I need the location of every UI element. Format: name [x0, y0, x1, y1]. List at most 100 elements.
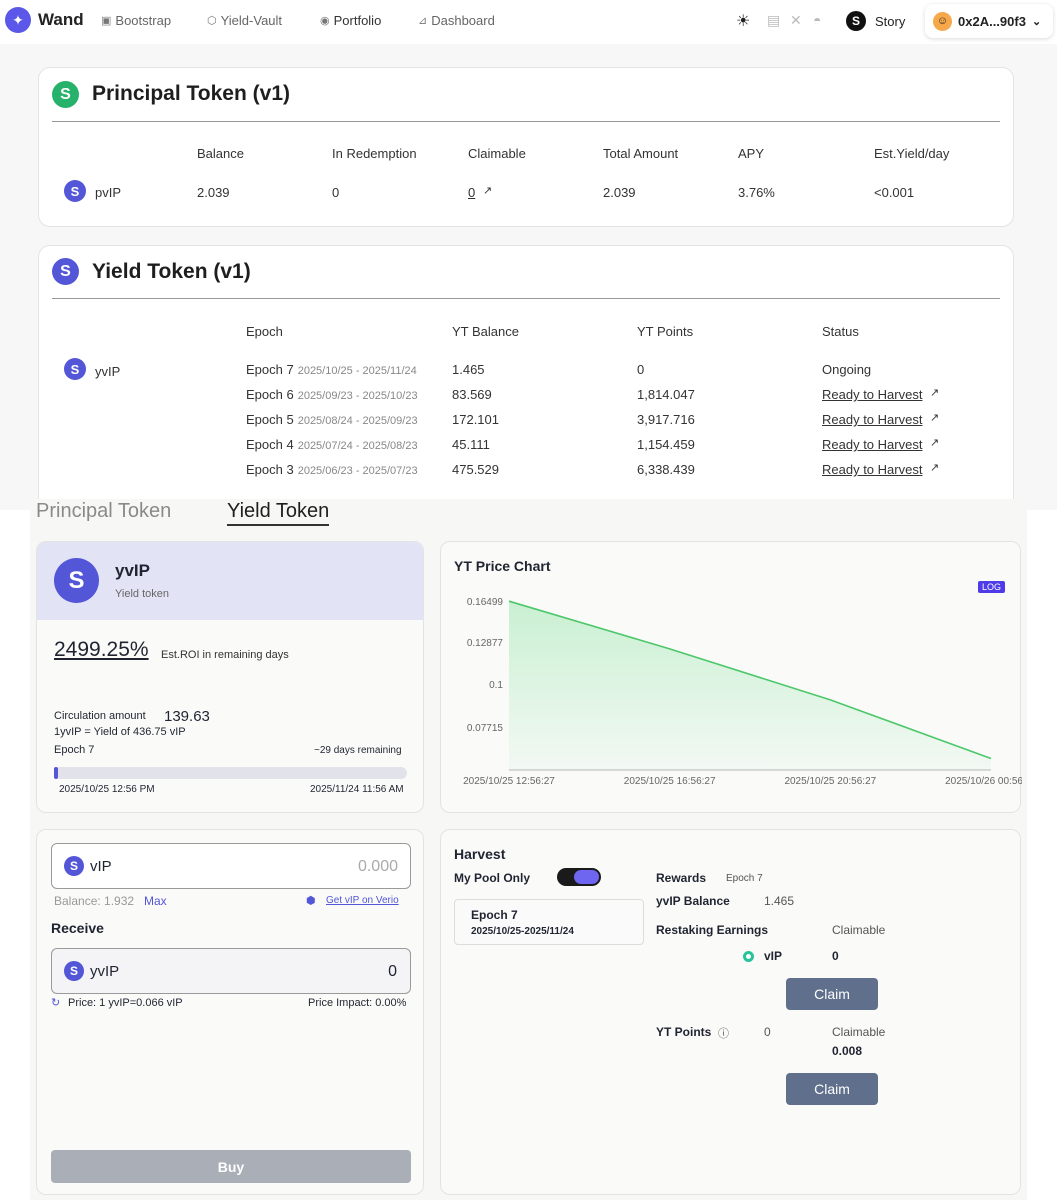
epoch-selector[interactable]: Epoch 7 2025/10/25-2025/11/24 — [454, 899, 644, 945]
sun-icon[interactable]: ☀ — [736, 11, 750, 31]
price-chart: 0.16499 0.12877 0.1 0.07715 2025/10/25 12:56… — [463, 597, 1022, 787]
y-tick-label: 0.07715 — [467, 723, 504, 734]
vip-input-field[interactable]: S vIP 0.000 — [51, 843, 411, 889]
epoch-start: 2025/10/25 12:56 PM — [59, 784, 155, 795]
wand-logo-icon[interactable]: ✦ — [5, 7, 31, 33]
get-vip-verio-link[interactable]: Get vIP on Verio — [326, 895, 399, 906]
nav-label: Yield-Vault — [220, 13, 283, 28]
epoch-dates: 2025/08/24 - 2025/09/23 — [297, 415, 418, 427]
principal-token-icon: S — [52, 81, 79, 108]
epoch-cell: Epoch 3 2025/06/23 - 2025/07/23 — [246, 462, 418, 477]
chart-icon: ⊿ — [418, 15, 428, 27]
current-epoch: Epoch 7 — [54, 744, 95, 756]
yvip-output-field: S yvIP 0 — [51, 948, 411, 994]
cube-icon: ⬢ — [306, 895, 316, 907]
yt-points-label: YT Points — [656, 1025, 712, 1039]
header-status: Status — [822, 324, 859, 339]
claim-vip-button[interactable]: Claim — [786, 978, 878, 1010]
external-link-icon[interactable]: ↗ — [483, 184, 492, 197]
wallet-button[interactable]: ☺ 0x2A...90f3 ⌄ — [925, 4, 1053, 38]
x-icon[interactable]: ✕ — [790, 12, 802, 29]
tab-yield-token[interactable]: Yield Token — [227, 500, 330, 526]
epoch-dates: 2025/09/23 - 2025/10/23 — [297, 390, 418, 402]
ready-to-harvest-link[interactable]: Ready to Harvest — [822, 387, 922, 402]
y-tick-label: 0.1 — [489, 680, 503, 691]
yt-balance: 172.101 — [452, 412, 499, 427]
epoch-progress-fill — [54, 767, 58, 779]
yt-points: 6,338.439 — [637, 462, 695, 477]
ready-to-harvest-link[interactable]: Ready to Harvest — [822, 437, 922, 452]
header-claimable: Claimable — [468, 146, 526, 161]
divider — [52, 121, 1000, 122]
pool-only-toggle[interactable] — [557, 868, 601, 886]
external-link-icon[interactable]: ↗ — [930, 436, 939, 449]
chevron-down-icon: ⌄ — [1031, 15, 1042, 28]
yt-balance: 475.529 — [452, 462, 499, 477]
network-selector[interactable]: S Story — [846, 11, 905, 31]
status-ongoing: Ongoing — [822, 362, 872, 377]
x-tick-label: 2025/10/25 12:56:27 — [463, 776, 555, 787]
yt-claimable-label: Claimable — [832, 1025, 886, 1039]
external-link-icon[interactable]: ↗ — [930, 411, 939, 424]
balance-text: Balance: 1.932 — [54, 894, 135, 908]
epoch-label: Epoch 3 — [246, 462, 294, 477]
yield-token-name: yvIP — [95, 364, 121, 379]
epoch-cell: Epoch 6 2025/09/23 - 2025/10/23 — [246, 387, 418, 402]
x-tick-label: 2025/10/25 20:56:27 — [784, 776, 876, 787]
nav-label: Bootstrap — [115, 13, 172, 28]
harvest-panel: Harvest My Pool Only Epoch 7 2025/10/25-… — [440, 829, 1021, 1195]
yt-balance: 83.569 — [452, 387, 492, 402]
vip-label: vIP — [764, 949, 783, 963]
remaining-days: ~29 days remaining — [314, 745, 402, 756]
input-amount[interactable]: 0.000 — [358, 858, 398, 876]
token-info-panel: S yvIP Yield token 2499.25% Est.ROI in r… — [36, 541, 424, 813]
buy-button[interactable]: Buy — [51, 1150, 411, 1183]
nav-label: Portfolio — [333, 13, 382, 28]
help-circle-icon[interactable]: ⓘ — [718, 1025, 729, 1041]
restaking-label: Restaking Earnings — [656, 923, 769, 937]
header-apy: APY — [738, 146, 765, 161]
nav-dashboard[interactable]: ⊿ Dashboard — [418, 13, 495, 28]
toggle-knob — [574, 870, 599, 884]
nav-portfolio[interactable]: ◉ Portfolio — [320, 13, 381, 28]
claim-yt-button[interactable]: Claim — [786, 1073, 878, 1105]
yt-claimable-value: 0.008 — [832, 1044, 863, 1058]
discord-icon[interactable]: ◓ — [813, 12, 821, 28]
roi-value: 2499.25% — [54, 638, 149, 661]
principal-claimable-link[interactable]: 0 — [468, 185, 475, 200]
tab-principal-token[interactable]: Principal Token — [36, 500, 171, 523]
receive-label: Receive — [51, 920, 104, 936]
header-est-yield: Est.Yield/day — [874, 146, 950, 161]
divider — [52, 298, 1000, 299]
nav-yield-vault[interactable]: ⬡ Yield-Vault — [207, 13, 282, 28]
nav-bootstrap[interactable]: ▣ Bootstrap — [101, 13, 171, 28]
price-impact: Price Impact: 0.00% — [308, 997, 407, 1009]
price-chart-panel: YT Price Chart LOG 0.16499 0.12877 0.1 0.07… — [440, 541, 1022, 813]
refresh-icon[interactable]: ↻ — [51, 996, 60, 1009]
external-link-icon[interactable]: ↗ — [930, 386, 939, 399]
rewards-label: Rewards — [656, 871, 707, 885]
max-button[interactable]: Max — [144, 894, 167, 908]
wallet-address: 0x2A...90f3 — [958, 13, 1026, 29]
trade-panel: S vIP 0.000 Balance: 1.932 Max ⬢ Get vIP… — [36, 829, 424, 1195]
yvip-balance-value: 1.465 — [764, 894, 795, 908]
header-yt-balance: YT Balance — [452, 324, 519, 339]
principal-apy: 3.76% — [738, 185, 775, 200]
vip-claimable-value: 0 — [832, 949, 839, 963]
yt-balance: 45.111 — [452, 437, 490, 452]
yield-card-title: Yield Token (v1) — [92, 260, 251, 283]
external-link-icon[interactable]: ↗ — [930, 461, 939, 474]
epoch-selector-label: Epoch 7 — [471, 908, 518, 922]
harvest-title: Harvest — [454, 846, 506, 862]
doc-icon[interactable]: ▤ — [767, 12, 780, 29]
ready-to-harvest-link[interactable]: Ready to Harvest — [822, 412, 922, 427]
yt-points: 3,917.716 — [637, 412, 695, 427]
yvip-token-icon: S — [64, 961, 84, 981]
nav-label: Dashboard — [431, 13, 495, 28]
yt-points: 1,814.047 — [637, 387, 695, 402]
token-subtitle: Yield token — [115, 588, 170, 600]
price-text: Price: 1 yvIP=0.066 vIP — [68, 997, 183, 1009]
ready-to-harvest-link[interactable]: Ready to Harvest — [822, 462, 922, 477]
circulation-label: Circulation amount — [54, 710, 146, 722]
principal-card-title: Principal Token (v1) — [92, 82, 290, 105]
